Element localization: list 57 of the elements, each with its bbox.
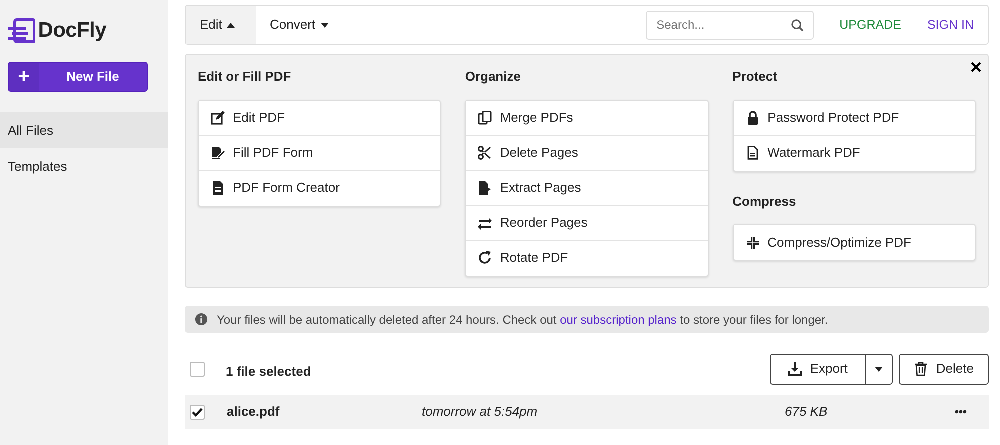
section-heading: Organize: [465, 68, 522, 86]
file-name: alice.pdf: [227, 403, 281, 422]
file-checkbox[interactable]: [190, 404, 205, 420]
close-button[interactable]: ×: [970, 55, 982, 81]
download-icon: [788, 362, 802, 376]
copy-icon: [478, 110, 492, 124]
search-field[interactable]: Search...: [646, 10, 814, 40]
notice-text: Your files will be automatically deleted after 24 hours. Check out our subscription plans to store your files for longer.: [217, 312, 828, 328]
scissors-icon: [478, 146, 492, 160]
new-file-button[interactable]: + New File: [8, 62, 148, 92]
caret-icon: [874, 366, 883, 372]
delete-button[interactable]: Delete: [899, 354, 989, 384]
menu-item[interactable]: Fill PDF Form: [199, 136, 440, 170]
section-heading: Protect: [732, 68, 778, 86]
caret-icon: [320, 22, 329, 28]
caret-icon: [227, 22, 236, 28]
more-options-icon[interactable]: [955, 410, 967, 414]
selection-count: 1 file selected: [226, 363, 312, 382]
menu-item[interactable]: PDF Form Creator: [199, 170, 440, 206]
expiry-time: tomorrow at 5:54pm: [422, 403, 539, 422]
menu-item[interactable]: Rotate PDF: [466, 240, 708, 276]
document-icon: [746, 146, 760, 160]
menu-item[interactable]: Compress/Optimize PDF: [734, 225, 975, 260]
menu-item[interactable]: Delete Pages: [466, 136, 708, 170]
file-size: 675 KB: [785, 403, 829, 422]
section-heading: Edit or Fill PDF: [198, 68, 292, 86]
menu-item[interactable]: Reorder Pages: [466, 206, 708, 240]
document-icon: [211, 181, 225, 195]
check-icon: [192, 408, 203, 416]
brand-name: DocFly: [38, 18, 106, 44]
search-icon: [790, 18, 804, 32]
export-dropdown-button[interactable]: [866, 354, 893, 384]
section-heading: Compress: [732, 192, 798, 211]
sidebar-item[interactable]: Templates: [0, 148, 168, 184]
menu-tab[interactable]: Edit: [186, 6, 256, 44]
logo-icon: [8, 18, 35, 44]
rotate-icon: [478, 251, 492, 265]
file-row[interactable]: alice.pdf tomorrow at 5:54pm 675 KB: [185, 395, 989, 429]
lock-icon: [746, 110, 760, 124]
form-fill-icon: [211, 146, 225, 160]
export-button[interactable]: Export: [770, 354, 866, 384]
menu-item[interactable]: Edit PDF: [199, 100, 440, 136]
menu-item[interactable]: Password Protect PDF: [734, 100, 975, 136]
menu-item[interactable]: Watermark PDF: [734, 136, 975, 170]
upgrade-link[interactable]: UPGRADE: [840, 16, 902, 34]
file-export-icon: [478, 180, 492, 194]
sidebar-item[interactable]: All Files: [0, 112, 168, 148]
edit-icon: [211, 110, 225, 124]
sign-in-link[interactable]: SIGN IN: [927, 16, 974, 34]
subscription-link[interactable]: our subscription plans: [560, 312, 677, 326]
menu-item[interactable]: Merge PDFs: [466, 100, 708, 136]
trash-icon: [914, 362, 928, 376]
select-all-checkbox[interactable]: [190, 362, 205, 376]
compress-icon: [746, 236, 760, 250]
menu-item[interactable]: Extract Pages: [466, 170, 708, 206]
info-icon: [195, 313, 208, 326]
swap-arrows-icon: [478, 216, 492, 230]
